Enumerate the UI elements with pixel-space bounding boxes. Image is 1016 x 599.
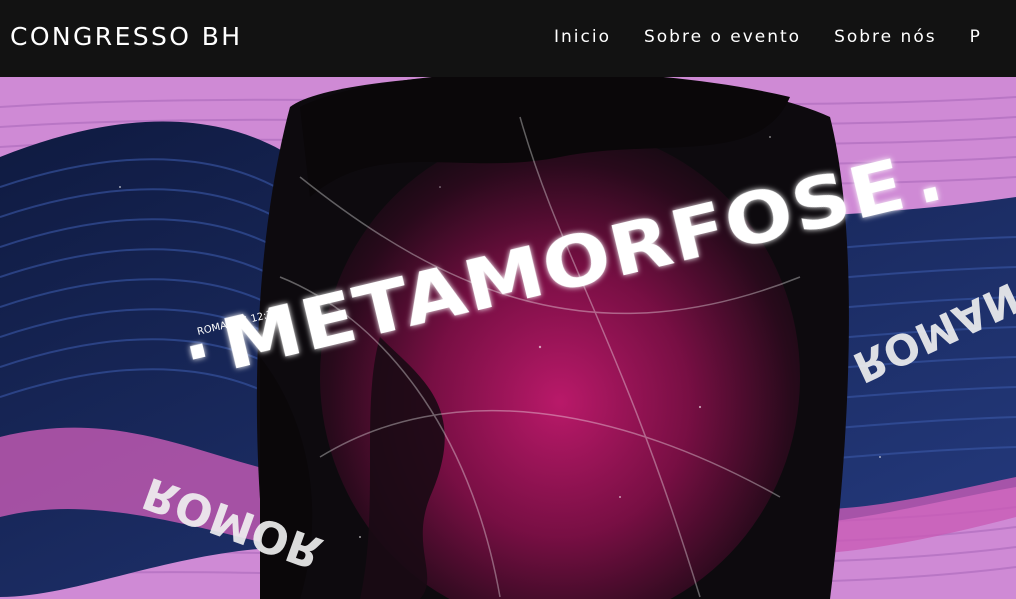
nav-link-inicio[interactable]: Inicio (554, 27, 611, 47)
hero-banner: ROMOR ROMAN · METAMORFOSE . ROMANOS 12:2 (0, 77, 1016, 599)
nav-link-sobre-nos[interactable]: Sobre nós (834, 27, 937, 47)
site-logo-text[interactable]: CONGRESSO BH (10, 22, 243, 51)
nav-link-sobre-o-evento[interactable]: Sobre o evento (644, 27, 801, 47)
hero-artwork: ROMOR ROMAN · METAMORFOSE . ROMANOS 12:2 (0, 77, 1016, 599)
site-header: CONGRESSO BH Inicio Sobre o evento Sobre… (0, 0, 1016, 77)
main-nav: Inicio Sobre o evento Sobre nós P (554, 27, 1015, 47)
nav-link-truncated[interactable]: P (970, 27, 982, 47)
